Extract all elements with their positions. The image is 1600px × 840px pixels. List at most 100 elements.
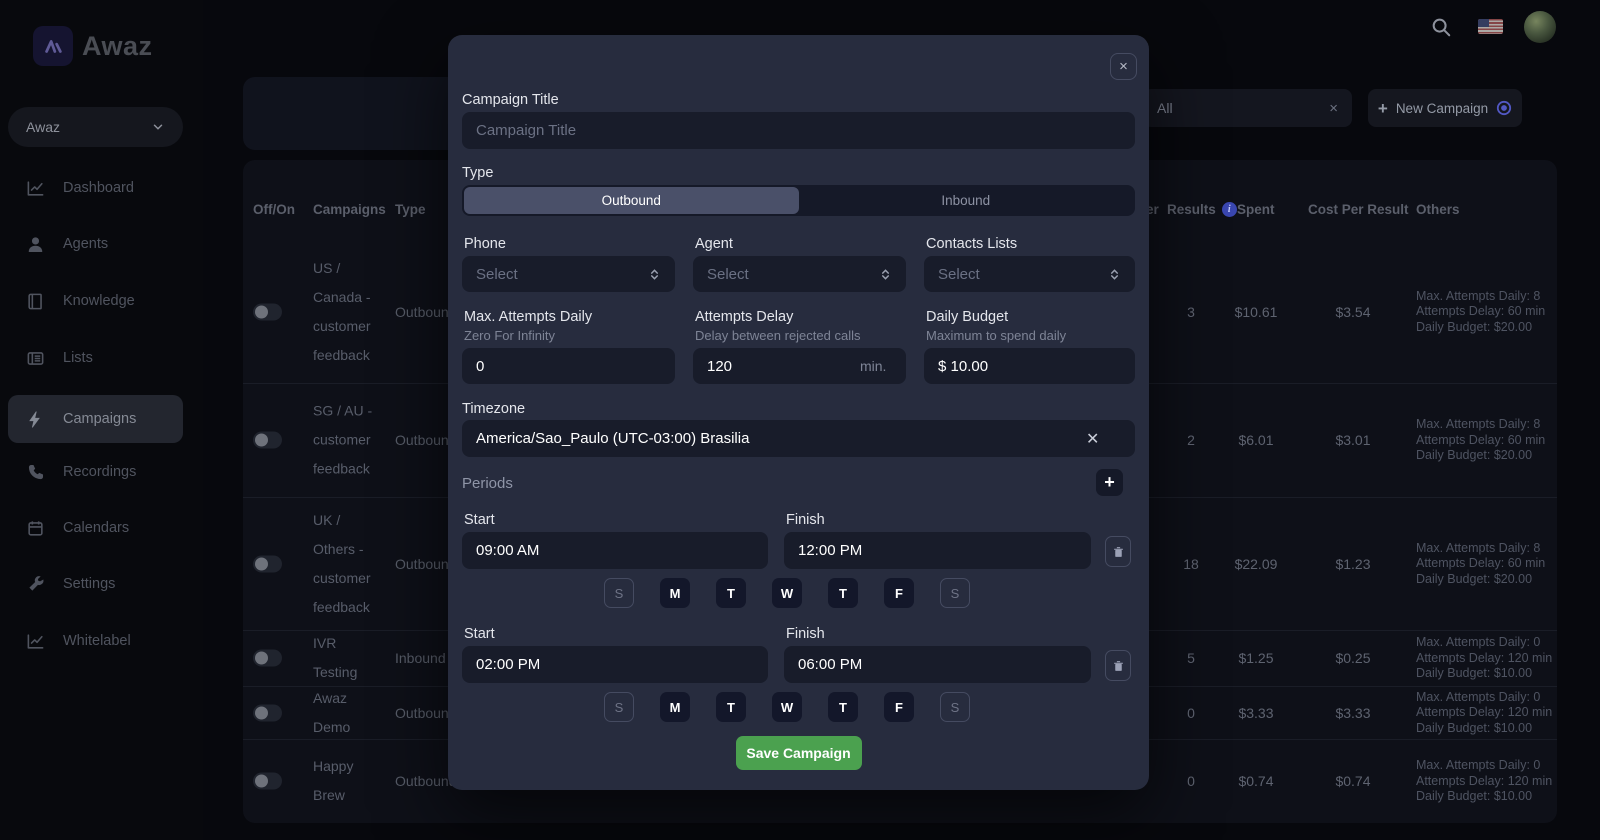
delete-period-button[interactable] [1105,536,1131,567]
sidebar-item-label: Settings [63,576,115,592]
campaign-results: 3 [1167,304,1215,320]
sidebar-item-agents[interactable]: Agents [8,222,183,266]
sidebar-item-knowledge[interactable]: Knowledge [8,279,183,323]
campaign-title-input[interactable] [462,112,1135,149]
chevron-down-icon [151,120,165,134]
day-button-fri[interactable]: F [884,578,914,608]
attempts-delay-hint: Delay between rejected calls [695,328,860,343]
day-button-thu[interactable]: T [828,578,858,608]
trash-icon [1112,545,1125,559]
day-button-fri[interactable]: F [884,692,914,722]
clear-filter-icon[interactable]: × [1329,100,1338,117]
circled-dot-icon [1496,100,1512,116]
day-button-thu[interactable]: T [828,692,858,722]
sidebar: Awaz Awaz Dashboard Agents Knowledge Lis… [0,0,203,840]
campaign-others: Max. Attempts Daily: 8 Attempts Delay: 6… [1416,417,1556,464]
phone-icon [26,463,45,482]
phone-select[interactable]: Select [462,256,675,292]
book-icon [26,292,45,311]
sidebar-item-whitelabel[interactable]: Whitelabel [8,619,183,663]
col-header-cost-per-result: Cost Per Result [1308,202,1409,217]
agent-select[interactable]: Select [693,256,906,292]
timezone-label: Timezone [462,401,525,417]
day-button-tue[interactable]: T [716,578,746,608]
user-avatar[interactable] [1524,11,1556,43]
campaign-cost-per-result: $1.23 [1323,556,1383,572]
type-option-inbound[interactable]: Inbound [799,187,1134,214]
type-segmented-control: Outbound Inbound [462,185,1135,216]
agent-select-value: Select [707,266,749,283]
day-button-wed[interactable]: W [772,692,802,722]
campaign-toggle[interactable] [253,650,282,667]
day-button-mon[interactable]: M [660,692,690,722]
period-finish-input[interactable] [784,646,1091,683]
col-header-off-on: Off/On [253,202,295,217]
period-start-label: Start [464,626,495,642]
timezone-input[interactable] [462,420,1135,457]
new-campaign-button[interactable]: + New Campaign [1368,89,1522,127]
agent-label: Agent [695,236,733,252]
campaign-toggle[interactable] [253,432,282,449]
chart-icon [26,632,45,651]
workspace-name: Awaz [26,119,60,135]
attempts-delay-label: Attempts Delay [695,309,793,325]
plus-icon: + [1378,100,1388,117]
campaign-cost-per-result: $3.33 [1323,705,1383,721]
sidebar-item-settings[interactable]: Settings [8,562,183,606]
sidebar-item-campaigns[interactable]: Campaigns [8,395,183,443]
period-days: S M T W T F S [604,692,970,722]
campaign-results: 5 [1167,650,1215,666]
sidebar-item-dashboard[interactable]: Dashboard [8,166,183,210]
day-button-sun[interactable]: S [604,692,634,722]
campaign-spent: $0.74 [1226,773,1286,789]
campaign-toggle[interactable] [253,555,282,572]
workspace-switcher[interactable]: Awaz [8,107,183,147]
campaign-toggle[interactable] [253,704,282,721]
period-finish-label: Finish [786,626,825,642]
filter-all-input[interactable]: All × [1143,89,1352,127]
save-campaign-button[interactable]: Save Campaign [736,736,862,770]
us-flag-icon[interactable] [1478,19,1503,34]
select-chevrons-icon [1108,268,1121,281]
search-icon[interactable] [1430,16,1454,40]
campaign-toggle[interactable] [253,773,282,790]
close-icon[interactable]: × [1110,53,1137,80]
day-button-sat[interactable]: S [940,578,970,608]
sidebar-item-lists[interactable]: Lists [8,336,183,380]
delete-period-button[interactable] [1105,650,1131,681]
day-button-wed[interactable]: W [772,578,802,608]
info-icon[interactable]: i [1222,202,1237,217]
sidebar-item-label: Lists [63,350,93,366]
campaign-toggle[interactable] [253,303,282,320]
sidebar-item-label: Calendars [63,520,129,536]
bolt-icon [26,410,45,429]
max-attempts-input[interactable] [462,348,675,384]
sidebar-item-calendars[interactable]: Calendars [8,506,183,550]
sidebar-item-label: Dashboard [63,180,134,196]
type-option-outbound[interactable]: Outbound [464,187,799,214]
day-button-mon[interactable]: M [660,578,690,608]
campaign-cost-per-result: $3.54 [1323,304,1383,320]
brand-logo-icon [33,26,73,66]
campaign-others: Max. Attempts Daily: 0 Attempts Delay: 1… [1416,635,1556,682]
period-finish-input[interactable] [784,532,1091,569]
period-start-input[interactable] [462,532,768,569]
phone-label: Phone [464,236,506,252]
contacts-lists-select[interactable]: Select [924,256,1135,292]
timezone-clear-icon[interactable]: ✕ [1086,429,1099,449]
day-button-sun[interactable]: S [604,578,634,608]
campaign-spent: $3.33 [1226,705,1286,721]
add-period-button[interactable]: + [1096,469,1123,496]
select-chevrons-icon [648,268,661,281]
daily-budget-label: Daily Budget [926,309,1008,325]
sidebar-item-recordings[interactable]: Recordings [8,450,183,494]
sidebar-item-label: Agents [63,236,108,252]
day-button-sat[interactable]: S [940,692,970,722]
col-header-results: Results i [1167,202,1237,217]
period-start-input[interactable] [462,646,768,683]
filter-all-value: All [1157,100,1173,116]
daily-budget-input[interactable] [924,348,1135,384]
day-button-tue[interactable]: T [716,692,746,722]
period-finish-label: Finish [786,512,825,528]
new-campaign-modal: × Campaign Title Type Outbound Inbound P… [448,35,1149,790]
